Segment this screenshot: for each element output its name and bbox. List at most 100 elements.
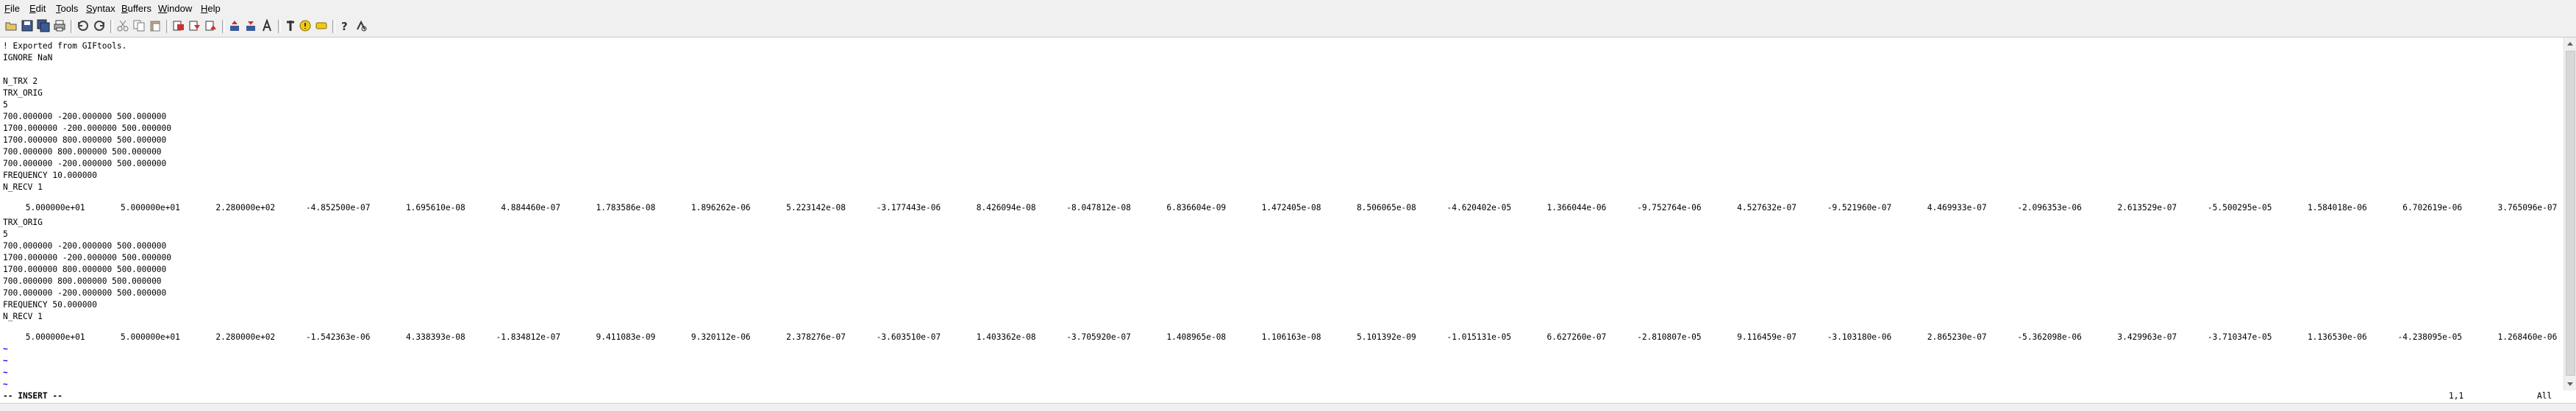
- menu-bar: File Edit Tools Syntax Buffers Window He…: [0, 0, 2576, 17]
- recv-value: 1.136530e-06: [2307, 332, 2367, 342]
- recv-value: 5.000000e+01: [25, 332, 85, 342]
- find-replace-icon[interactable]: [172, 19, 185, 32]
- recv-value: 4.338393e-08: [405, 332, 465, 342]
- recv-value: 5.000000e+01: [121, 203, 180, 212]
- menu-edit[interactable]: Edit: [29, 3, 46, 14]
- recv-value: -2.096353e-06: [2017, 203, 2082, 212]
- load-session-icon[interactable]: [228, 19, 241, 32]
- text-line: IGNORE NaN: [3, 53, 53, 62]
- text-line: 1700.000000 800.000000 500.000000: [3, 135, 167, 145]
- recv-value: 2.378276e-07: [786, 332, 846, 342]
- save-icon[interactable]: [21, 19, 34, 32]
- recv-value: -1.542363e-06: [305, 332, 371, 342]
- text-line: 1700.000000 -200.000000 500.000000: [3, 253, 172, 262]
- find-help-icon[interactable]: [354, 19, 368, 32]
- open-icon[interactable]: [4, 19, 18, 32]
- help-icon[interactable]: ?: [338, 19, 352, 32]
- mode-indicator: -- INSERT --: [3, 391, 63, 401]
- scroll-down-icon[interactable]: [2567, 382, 2573, 386]
- recv-value: 6.627260e-07: [1546, 332, 1607, 342]
- text-line: 1700.000000 -200.000000 500.000000: [3, 124, 172, 133]
- text-line: FREQUENCY 50.000000: [3, 300, 97, 310]
- text-line: 5: [3, 229, 8, 239]
- menu-window[interactable]: Window: [158, 3, 192, 14]
- menu-file[interactable]: File: [4, 3, 20, 14]
- toolbar-separator: [110, 20, 113, 33]
- menu-tools[interactable]: Tools: [56, 3, 78, 14]
- text-line: 1700.000000 800.000000 500.000000: [3, 265, 167, 274]
- menu-buffers[interactable]: Buffers: [121, 3, 151, 14]
- run-script-icon[interactable]: [260, 19, 274, 32]
- text-line: N_RECV 1: [3, 182, 43, 192]
- toolbar-separator: [166, 20, 169, 33]
- recv-value: -5.500295e-05: [2207, 203, 2272, 212]
- find-next-icon[interactable]: [188, 19, 201, 32]
- recv-value: 5.223142e-08: [786, 203, 846, 212]
- recv-value: -2.810807e-05: [1637, 332, 1702, 342]
- empty-line-marker: ~: [3, 379, 8, 389]
- editor-text-area[interactable]: ! Exported from GIFtools. IGNORE NaN N_T…: [0, 37, 2564, 390]
- text-line: TRX_ORIG: [3, 218, 43, 227]
- menu-help[interactable]: Help: [201, 3, 221, 14]
- recv-value: 5.000000e+01: [25, 203, 85, 212]
- recv-value: 2.613529e-07: [2117, 203, 2177, 212]
- undo-icon[interactable]: [76, 19, 90, 32]
- recv-value: 6.702619e-06: [2402, 203, 2463, 212]
- recv-value: -4.238095e-05: [2397, 332, 2463, 342]
- print-icon[interactable]: [53, 19, 66, 32]
- recv-value: 4.884460e-07: [501, 203, 561, 212]
- recv-value: 3.765096e-07: [2497, 203, 2558, 212]
- redo-icon[interactable]: [93, 19, 106, 32]
- toolbar-separator: [332, 20, 335, 33]
- recv-value: 8.426094e-08: [976, 203, 1036, 212]
- recv-value: 1.366044e-06: [1546, 203, 1607, 212]
- text-line: 700.000000 -200.000000 500.000000: [3, 241, 167, 251]
- text-line: 700.000000 800.000000 500.000000: [3, 147, 162, 157]
- recv-value: 9.320112e-06: [691, 332, 751, 342]
- recv-value: 9.411083e-09: [596, 332, 656, 342]
- text-line: N_RECV 1: [3, 312, 43, 321]
- make-icon[interactable]: [284, 19, 297, 32]
- scroll-up-icon[interactable]: [2567, 42, 2573, 46]
- text-line: 700.000000 -200.000000 500.000000: [3, 159, 167, 168]
- save-session-icon[interactable]: [244, 19, 257, 32]
- recv-value: 5.101392e-09: [1356, 332, 1416, 342]
- recv-value: -4.620402e-05: [1446, 203, 1512, 212]
- text-line: ! Exported from GIFtools.: [3, 41, 127, 51]
- recv-value: 4.527632e-07: [1737, 203, 1797, 212]
- recv-value: -3.177443e-06: [876, 203, 941, 212]
- ctags-icon[interactable]: [299, 19, 312, 32]
- toolbar-separator: [222, 20, 225, 33]
- cursor-position: 1,1: [2449, 391, 2464, 401]
- recv-value: -8.047812e-08: [1066, 203, 1131, 212]
- scrollbar-thumb[interactable]: [2566, 51, 2575, 376]
- recv-value: 1.408965e-08: [1166, 332, 1227, 342]
- toolbar-separator: [71, 20, 74, 33]
- copy-icon[interactable]: [132, 19, 146, 32]
- cut-icon[interactable]: [116, 19, 129, 32]
- recv-value: 2.280000e+02: [215, 332, 276, 342]
- recv-data-row: 5.000000e+01 5.000000e+01 2.280000e+02 -1.5…: [0, 332, 2564, 343]
- empty-line-marker: ~: [3, 356, 8, 365]
- recv-value: 9.116459e-07: [1737, 332, 1797, 342]
- recv-value: 1.106163e-08: [1261, 332, 1321, 342]
- jump-tag-icon[interactable]: [315, 19, 328, 32]
- menu-syntax[interactable]: Syntax: [86, 3, 115, 14]
- find-prev-icon[interactable]: [204, 19, 218, 32]
- paste-icon[interactable]: [149, 19, 162, 32]
- recv-value: 5.000000e+01: [121, 332, 180, 342]
- text-line: 700.000000 800.000000 500.000000: [3, 276, 162, 286]
- save-all-icon[interactable]: [37, 19, 50, 32]
- text-line: 700.000000 -200.000000 500.000000: [3, 288, 167, 298]
- text-line: TRX_ORIG: [3, 88, 43, 98]
- recv-value: -9.521960e-07: [1827, 203, 1892, 212]
- recv-value: -3.603510e-07: [876, 332, 941, 342]
- scroll-percent: All: [2537, 391, 2552, 401]
- horizontal-scrollbar[interactable]: [0, 403, 2576, 411]
- text-line: 5: [3, 100, 8, 110]
- svg-text:?: ?: [341, 20, 348, 32]
- toolbar-separator: [278, 20, 281, 33]
- vertical-scrollbar[interactable]: [2563, 37, 2576, 390]
- text-line: 700.000000 -200.000000 500.000000: [3, 112, 167, 121]
- recv-data-row: 5.000000e+01 5.000000e+01 2.280000e+02 -4.8…: [0, 202, 2564, 214]
